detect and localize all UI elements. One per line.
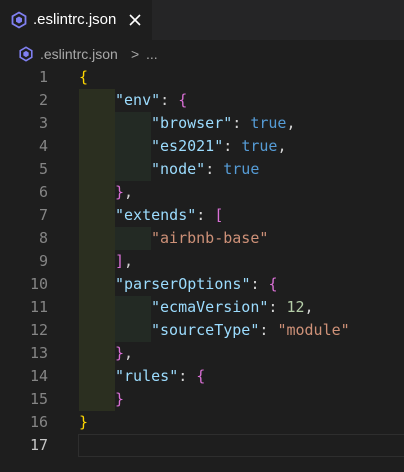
breadcrumb-file[interactable]: .eslintrc.json — [40, 44, 118, 64]
indent-guide — [79, 158, 115, 181]
code-line: 3 "browser": true, — [0, 112, 404, 135]
code-line: 15 } — [0, 388, 404, 411]
code-text: } — [115, 390, 125, 408]
code-line-active[interactable]: 17 — [0, 434, 404, 457]
tab-bar: .eslintrc.json — [0, 0, 404, 40]
indent-guide — [79, 296, 115, 319]
tab-label: .eslintrc.json — [33, 11, 117, 28]
breadcrumb-more[interactable]: ... — [146, 44, 158, 64]
code-text: "rules": { — [115, 367, 206, 385]
indent-guide — [79, 135, 115, 158]
line-number: 2 — [38, 91, 48, 109]
code-text: "airbnb-base" — [151, 229, 269, 247]
indent-guide — [79, 204, 115, 227]
code-line: 14 "rules": { — [0, 365, 404, 388]
breadcrumb-separator: > — [131, 46, 140, 62]
line-number: 16 — [29, 413, 48, 431]
indent-guide — [115, 158, 151, 181]
code-line: 4 "es2021": true, — [0, 135, 404, 158]
line-number: 3 — [38, 114, 48, 132]
eslint-icon — [19, 46, 33, 62]
indent-guide — [79, 181, 115, 204]
code-line: 7 "extends": [ — [0, 204, 404, 227]
code-text: "es2021": true, — [151, 137, 287, 155]
code-text: "env": { — [115, 91, 188, 109]
close-icon[interactable] — [126, 11, 144, 29]
indent-guide — [79, 388, 115, 411]
indent-guide — [115, 135, 151, 158]
line-number: 8 — [38, 229, 48, 247]
indent-guide — [115, 319, 151, 342]
line-number: 13 — [29, 344, 48, 362]
indent-guide — [79, 365, 115, 388]
line-number: 17 — [29, 436, 48, 454]
code-text: }, — [115, 344, 134, 362]
line-number: 14 — [29, 367, 48, 385]
code-text: "ecmaVersion": 12, — [151, 298, 314, 316]
indent-guide — [79, 342, 115, 365]
code-line: 10 "parserOptions": { — [0, 273, 404, 296]
eslint-icon — [11, 11, 27, 29]
line-number: 11 — [29, 298, 48, 316]
code-text: "parserOptions": { — [115, 275, 278, 293]
indent-guide — [115, 227, 151, 250]
indent-guide — [115, 112, 151, 135]
code-text: }, — [115, 183, 134, 201]
code-text: { — [79, 68, 89, 86]
code-line: 11 "ecmaVersion": 12, — [0, 296, 404, 319]
line-number: 15 — [29, 390, 48, 408]
line-number: 7 — [38, 206, 48, 224]
line-number: 6 — [38, 183, 48, 201]
line-number: 5 — [38, 160, 48, 178]
line-number: 9 — [38, 252, 48, 270]
indent-guide — [79, 273, 115, 296]
code-text: "sourceType": "module" — [151, 321, 350, 339]
indent-guide — [79, 227, 115, 250]
indent-guide — [115, 296, 151, 319]
code-text: } — [79, 413, 89, 431]
indent-guide — [79, 89, 115, 112]
line-number: 1 — [38, 68, 48, 86]
current-line-highlight — [78, 434, 404, 457]
line-number: 4 — [38, 137, 48, 155]
code-text: "browser": true, — [151, 114, 296, 132]
line-number: 12 — [29, 321, 48, 339]
code-line: 1 { — [0, 66, 404, 89]
code-text: "extends": [ — [115, 206, 224, 224]
indent-guide — [79, 319, 115, 342]
code-line: 2 "env": { — [0, 89, 404, 112]
indent-guide — [79, 112, 115, 135]
code-editor[interactable]: 1 { 2 "env": { 3 "browser": true, 4 "es2… — [0, 66, 404, 472]
code-line: 13 }, — [0, 342, 404, 365]
tab-eslintrc[interactable]: .eslintrc.json — [0, 0, 152, 40]
code-line: 6 }, — [0, 181, 404, 204]
line-number: 10 — [29, 275, 48, 293]
code-text: ], — [115, 252, 134, 270]
code-text: "node": true — [151, 160, 260, 178]
code-line: 5 "node": true — [0, 158, 404, 181]
code-line: 16 } — [0, 411, 404, 434]
code-line: 9 ], — [0, 250, 404, 273]
indent-guide — [79, 250, 115, 273]
code-line: 8 "airbnb-base" — [0, 227, 404, 250]
code-line: 12 "sourceType": "module" — [0, 319, 404, 342]
